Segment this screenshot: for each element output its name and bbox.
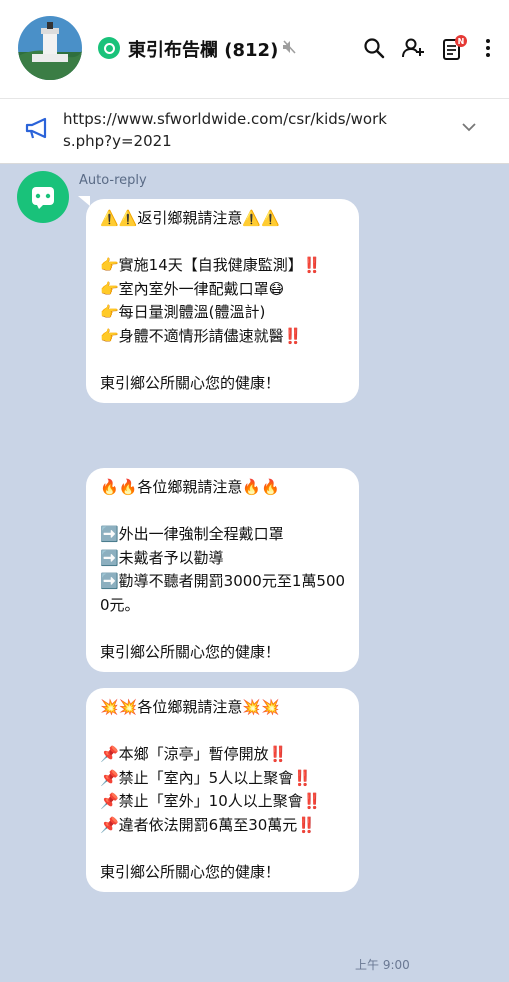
add-friend-icon[interactable] [401, 36, 425, 60]
notes-badge: N [458, 37, 465, 46]
message-timestamp: 上午 9:00 [355, 958, 410, 972]
search-icon[interactable] [362, 36, 386, 60]
megaphone-icon [25, 117, 47, 139]
announcement-text[interactable]: https://www.sfworldwide.com/csr/kids/wor… [63, 108, 393, 152]
more-icon[interactable] [476, 36, 500, 60]
sender-name: Auto-reply [79, 173, 147, 188]
announcement-bar[interactable]: https://www.sfworldwide.com/csr/kids/wor… [0, 98, 509, 164]
chat-header: 東引布告欄 (812) N [0, 0, 509, 98]
message-bubble[interactable]: ⚠️⚠️返引鄉親請注意⚠️⚠️ 👉實施14天【自我健康監測】‼️ 👉室內室外一律… [86, 199, 359, 403]
chevron-down-icon[interactable] [461, 121, 477, 133]
mute-icon [283, 40, 296, 54]
bubble-tail [78, 196, 90, 206]
chat-bot-icon [32, 187, 54, 209]
message-bubble[interactable]: 💥💥各位鄉親請注意💥💥 📌本鄉「涼亭」暫停開放‼️ 📌禁止「室內」5人以上聚會‼… [86, 688, 359, 892]
chat-title[interactable]: 東引布告欄 (812) [128, 36, 278, 62]
notes-icon[interactable]: N [441, 34, 469, 62]
message-bubble[interactable]: 🔥🔥各位鄉親請注意🔥🔥 ➡️外出一律強制全程戴口罩 ➡️未戴者予以勸導 ➡️勸導… [86, 468, 359, 672]
group-avatar[interactable] [18, 16, 82, 80]
official-account-badge [98, 37, 120, 59]
auto-reply-avatar[interactable] [17, 171, 69, 223]
